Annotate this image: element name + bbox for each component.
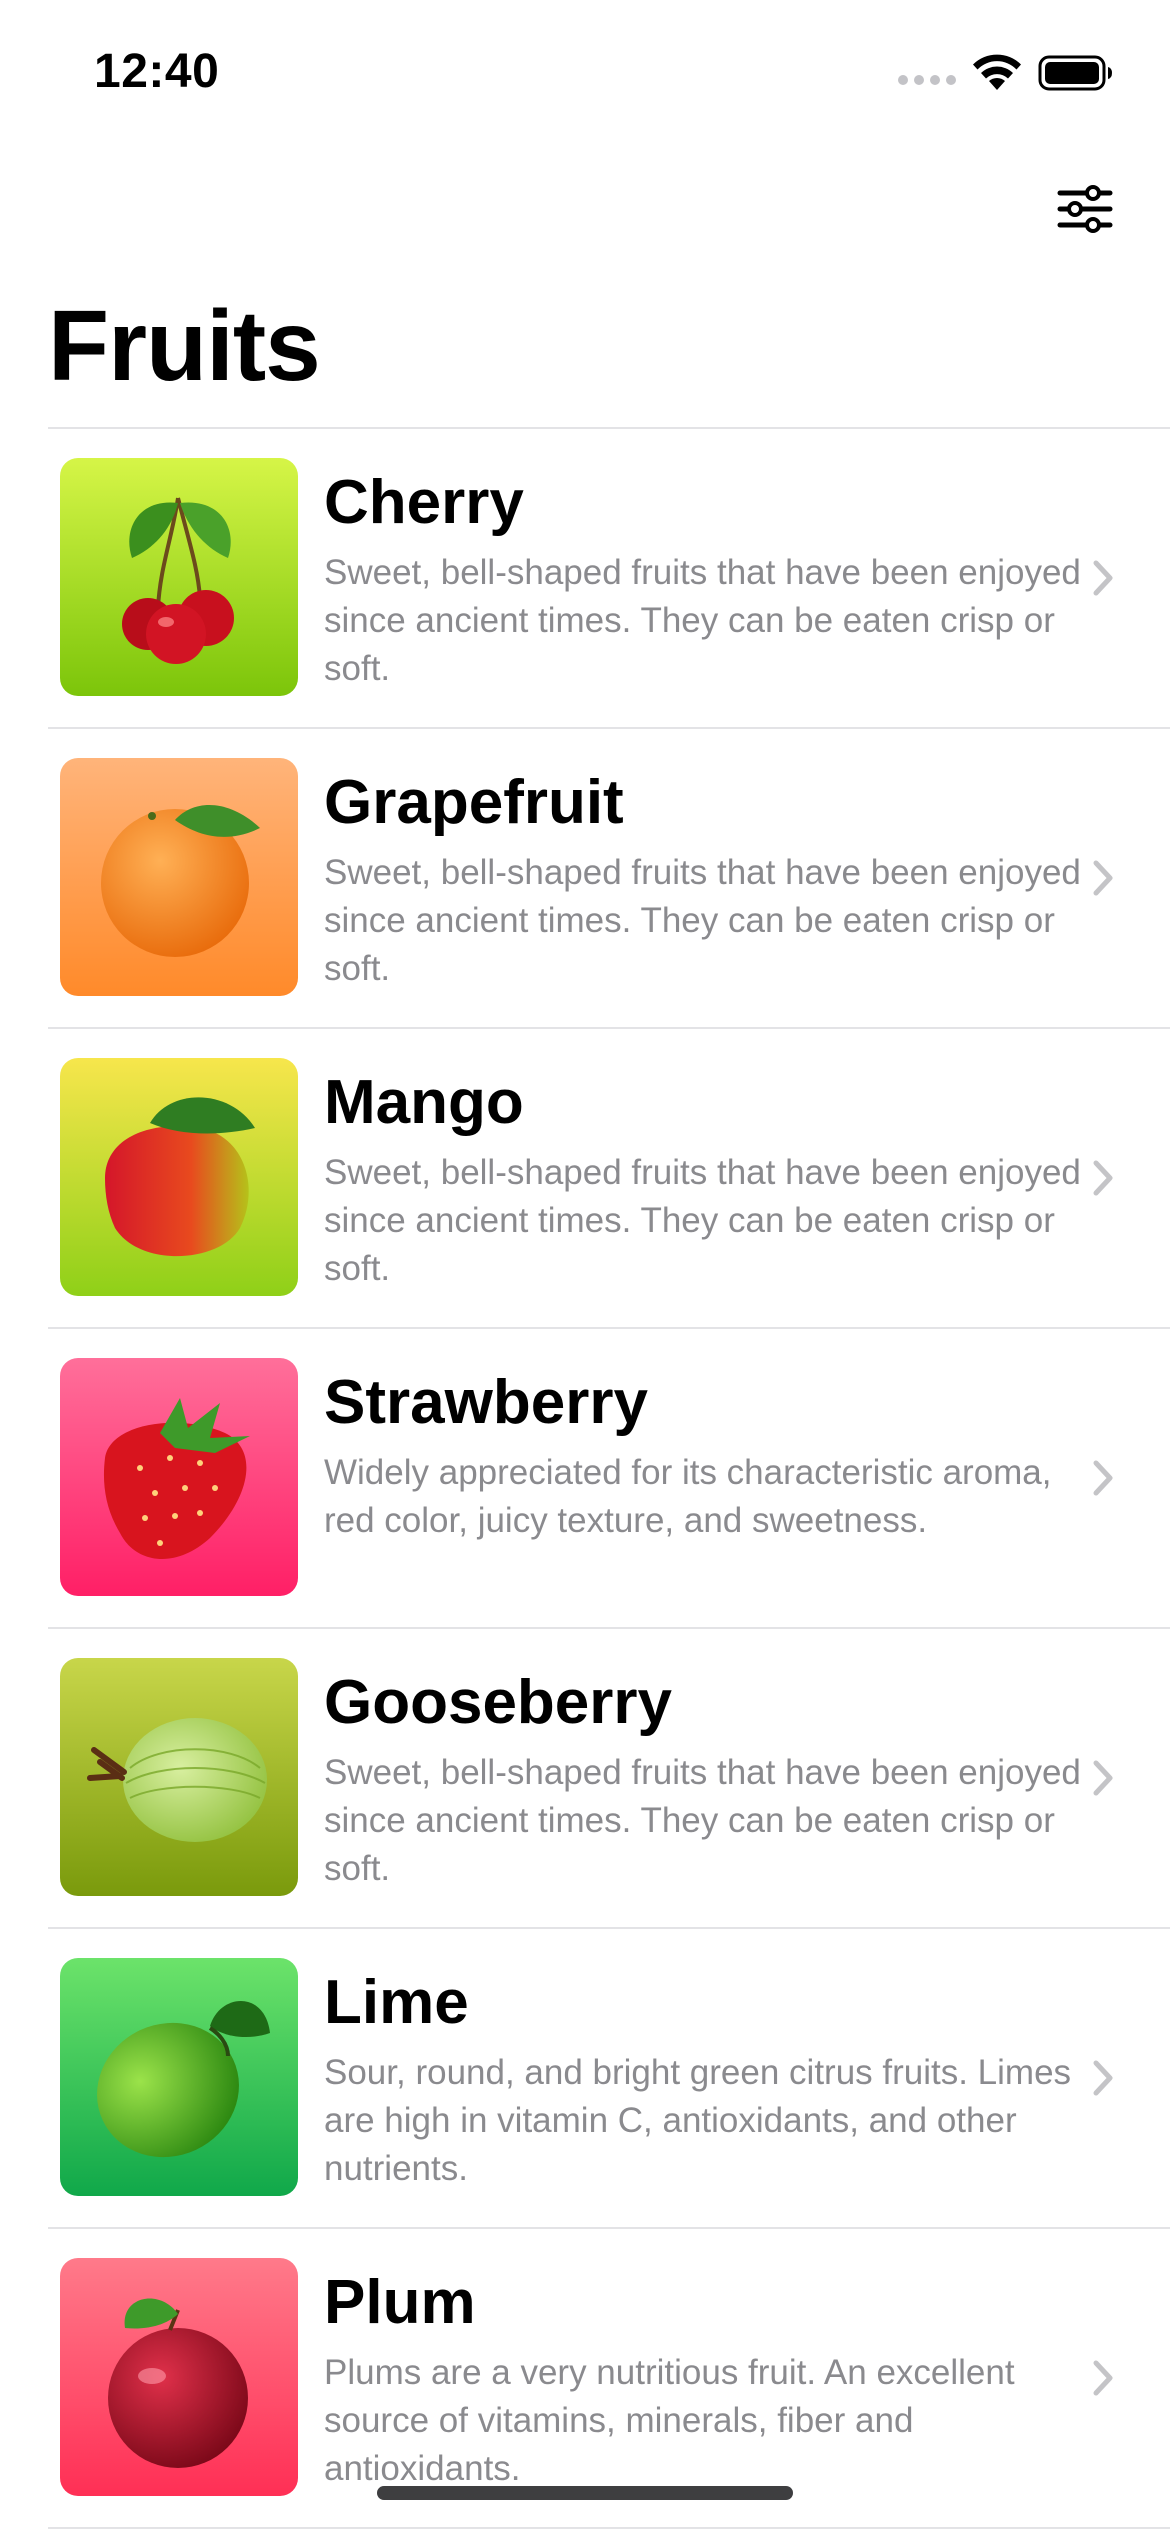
cellular-signal-icon bbox=[898, 75, 956, 85]
chevron-right-icon bbox=[1093, 1460, 1113, 1496]
fruit-list: Cherry Sweet, bell-shaped fruits that ha… bbox=[48, 427, 1170, 2529]
mango-thumbnail bbox=[60, 1058, 298, 1296]
fruit-name: Grapefruit bbox=[324, 768, 624, 837]
wifi-icon bbox=[973, 54, 1021, 90]
fruit-name: Plum bbox=[324, 2268, 476, 2337]
chevron-right-icon bbox=[1093, 560, 1113, 596]
fruit-description: Sweet, bell-shaped fruits that have been… bbox=[324, 1753, 1081, 1888]
list-item-plum[interactable]: Plum Plums are a very nutritious fruit. … bbox=[48, 2229, 1170, 2529]
chevron-right-icon bbox=[1093, 860, 1113, 896]
strawberry-thumbnail bbox=[60, 1358, 298, 1596]
list-item-strawberry[interactable]: Strawberry Widely appreciated for its ch… bbox=[48, 1329, 1170, 1629]
fruit-name: Lime bbox=[324, 1968, 469, 2037]
plum-thumbnail bbox=[60, 2258, 298, 2496]
status-time: 12:40 bbox=[94, 45, 220, 98]
page-title: Fruits bbox=[48, 290, 321, 402]
list-item-lime[interactable]: Lime Sour, round, and bright green citru… bbox=[48, 1929, 1170, 2229]
grapefruit-thumbnail bbox=[60, 758, 298, 996]
fruit-description: Plums are a very nutritious fruit. An ex… bbox=[324, 2353, 1015, 2488]
fruit-description: Widely appreciated for its characteristi… bbox=[324, 1453, 1052, 1540]
gooseberry-thumbnail bbox=[60, 1658, 298, 1896]
status-bar: 12:40 bbox=[0, 0, 1170, 150]
filter-button[interactable] bbox=[1054, 178, 1116, 240]
list-item-gooseberry[interactable]: Gooseberry Sweet, bell-shaped fruits tha… bbox=[48, 1629, 1170, 1929]
fruit-name: Cherry bbox=[324, 468, 524, 537]
fruit-name: Strawberry bbox=[324, 1368, 648, 1437]
chevron-right-icon bbox=[1093, 1160, 1113, 1196]
fruit-description: Sweet, bell-shaped fruits that have been… bbox=[324, 853, 1081, 988]
chevron-right-icon bbox=[1093, 2060, 1113, 2096]
lime-thumbnail bbox=[60, 1958, 298, 2196]
list-item-grapefruit[interactable]: Grapefruit Sweet, bell-shaped fruits tha… bbox=[48, 729, 1170, 1029]
status-icons bbox=[898, 50, 1114, 96]
fruit-description: Sweet, bell-shaped fruits that have been… bbox=[324, 553, 1081, 688]
fruit-description: Sour, round, and bright green citrus fru… bbox=[324, 2053, 1072, 2188]
battery-icon bbox=[1038, 55, 1112, 91]
fruit-name: Gooseberry bbox=[324, 1668, 673, 1737]
home-indicator[interactable] bbox=[377, 2486, 793, 2500]
list-item-cherry[interactable]: Cherry Sweet, bell-shaped fruits that ha… bbox=[48, 429, 1170, 729]
list-item-mango[interactable]: Mango Sweet, bell-shaped fruits that hav… bbox=[48, 1029, 1170, 1329]
chevron-right-icon bbox=[1093, 2360, 1113, 2396]
fruit-description: Sweet, bell-shaped fruits that have been… bbox=[324, 1153, 1081, 1288]
cherry-thumbnail bbox=[60, 458, 298, 696]
chevron-right-icon bbox=[1093, 1760, 1113, 1796]
fruit-name: Mango bbox=[324, 1068, 524, 1137]
sliders-icon bbox=[1057, 185, 1113, 233]
